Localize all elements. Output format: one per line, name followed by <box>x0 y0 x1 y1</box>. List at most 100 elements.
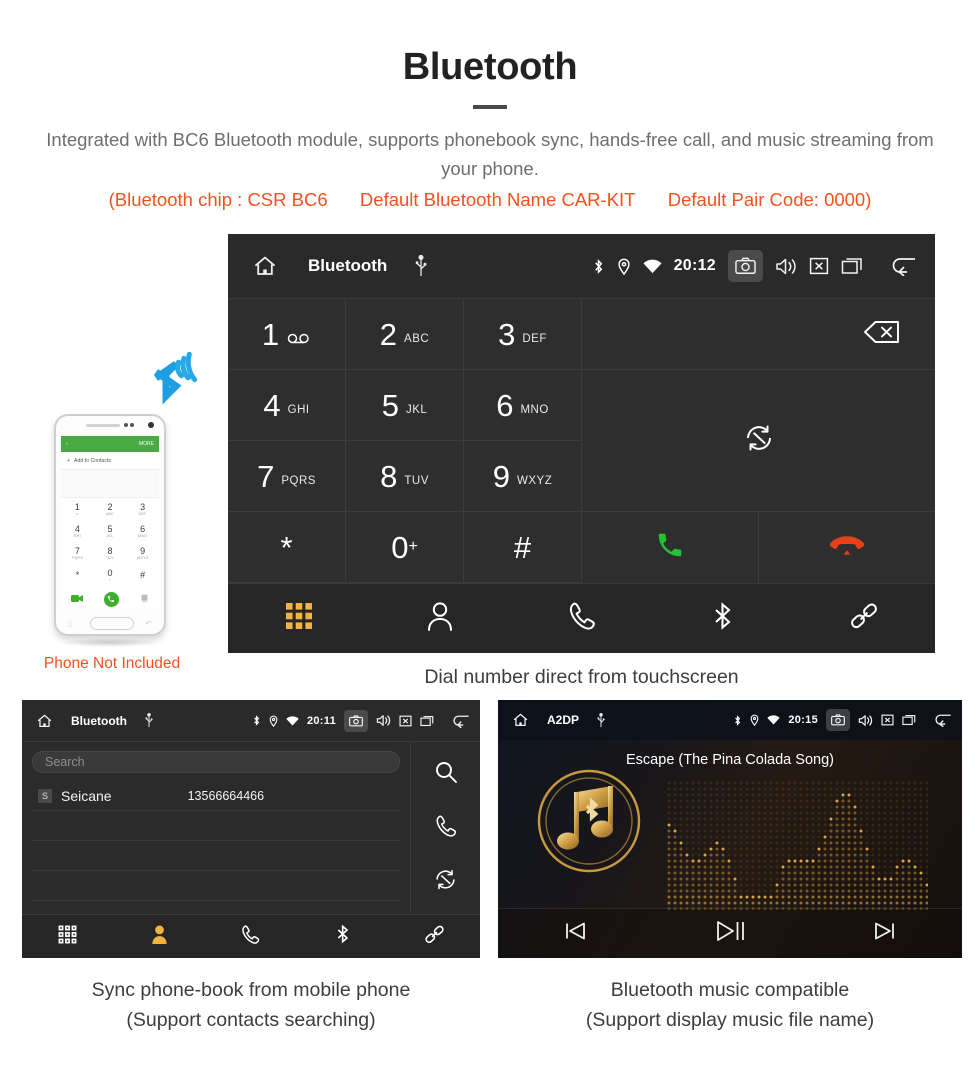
key-label: # <box>513 529 532 565</box>
recents-icon[interactable] <box>420 715 434 727</box>
contact-initial-badge: S <box>38 788 52 803</box>
back-arrow-icon: ‹ <box>66 441 68 447</box>
hangup-button[interactable] <box>759 512 935 583</box>
sync-button[interactable] <box>582 370 935 512</box>
usb-icon <box>597 712 605 728</box>
link-chain-icon <box>849 601 879 636</box>
camera-icon[interactable] <box>826 709 850 731</box>
music-status-bar: A2DP 20:15 <box>498 700 962 740</box>
volume-icon[interactable] <box>376 714 391 727</box>
phone-key: * <box>75 569 80 580</box>
backspace-button[interactable] <box>582 299 935 370</box>
nav-keypad[interactable] <box>22 925 114 949</box>
sync-icon[interactable] <box>434 868 457 896</box>
plus-icon: + <box>67 457 71 464</box>
phone-add-contact-label: Add to Contacts <box>74 457 111 464</box>
key-label: * <box>280 529 293 565</box>
wifi-icon <box>767 715 781 725</box>
camera-icon[interactable] <box>344 709 368 732</box>
phone-handset-icon[interactable] <box>435 814 457 843</box>
back-arrow-icon[interactable] <box>889 256 917 276</box>
phone-key: 7 PQRS <box>71 545 84 560</box>
search-icon[interactable] <box>434 760 458 789</box>
camera-icon[interactable] <box>728 250 763 282</box>
phonebook-caption-line2: (Support contacts searching) <box>126 1009 376 1031</box>
music-caption-line2: (Support display music file name) <box>585 1009 875 1031</box>
nav-call-log[interactable] <box>205 924 297 950</box>
dialer-status-bar: Bluetooth 20:12 <box>228 234 935 299</box>
phone-screen: ‹ MORE + Add to Contacts 1 ∞ 2 ABC 3 DEF 4G… <box>61 436 159 608</box>
close-box-icon[interactable] <box>881 714 894 726</box>
phonebook-caption: Sync phone-book from mobile phone (Suppo… <box>22 975 480 1035</box>
key-hash[interactable]: # <box>464 512 582 583</box>
key-2[interactable]: 2 ABC <box>346 299 464 370</box>
nav-contacts[interactable] <box>369 601 510 636</box>
person-icon <box>150 924 169 950</box>
key-1[interactable]: 1 <box>228 299 346 370</box>
phonebook-title: Bluetooth <box>71 713 127 728</box>
nav-bluetooth[interactable] <box>652 600 793 637</box>
back-arrow-icon[interactable] <box>933 713 952 727</box>
close-box-icon[interactable] <box>399 715 412 727</box>
bluetooth-signal-icon <box>142 351 208 415</box>
key-letters: ABC <box>404 332 430 345</box>
music-note-bluetooth-icon <box>530 769 648 884</box>
key-8[interactable]: 8 TUV <box>346 441 464 512</box>
volume-icon[interactable] <box>858 714 873 727</box>
voicemail-icon <box>287 320 311 349</box>
nav-pair[interactable] <box>388 924 480 950</box>
search-input[interactable]: Search <box>32 751 400 773</box>
phone-sensor-dot <box>124 423 128 427</box>
location-icon <box>750 714 759 726</box>
location-icon <box>269 715 278 727</box>
key-label: 3 <box>498 316 516 352</box>
play-pause-button[interactable] <box>653 919 808 948</box>
spec-pair-code: Default Pair Code: 0000) <box>667 189 872 210</box>
key-6[interactable]: 6 MNO <box>464 370 582 441</box>
key-7[interactable]: 7 PQRS <box>228 441 346 512</box>
bluetooth-icon <box>252 714 261 727</box>
contact-number: 13566664466 <box>187 788 265 803</box>
nav-contacts[interactable] <box>114 924 206 950</box>
key-plus: + <box>408 538 418 555</box>
phone-key: 3 DEF <box>138 501 147 516</box>
home-icon[interactable] <box>512 712 529 728</box>
nav-pair[interactable] <box>794 601 935 636</box>
home-icon[interactable] <box>252 254 278 278</box>
close-box-icon[interactable] <box>809 257 829 275</box>
nav-bluetooth[interactable] <box>297 923 389 950</box>
previous-button[interactable] <box>498 920 653 947</box>
key-3[interactable]: 3 DEF <box>464 299 582 370</box>
skip-previous-icon <box>563 920 587 947</box>
music-controls <box>498 908 962 958</box>
phone-back-key: ↶ <box>145 619 152 628</box>
next-button[interactable] <box>807 920 962 947</box>
recents-icon[interactable] <box>902 714 916 726</box>
contact-row[interactable]: S Seicane 13566664466 <box>32 781 400 811</box>
back-arrow-icon[interactable] <box>451 714 470 728</box>
backspace-icon <box>863 319 901 350</box>
phone-key: 6 MNO <box>138 523 148 538</box>
phonebook-side-actions <box>410 742 480 914</box>
phone-key: 5 JKL <box>106 523 114 538</box>
call-button[interactable] <box>582 512 759 583</box>
home-icon[interactable] <box>36 713 53 729</box>
phonebook-nav-bar <box>22 914 480 958</box>
phone-key: 1 ∞ <box>74 501 80 516</box>
phone-front-camera <box>148 422 154 428</box>
key-star[interactable]: * <box>228 512 346 583</box>
recents-icon[interactable] <box>841 257 863 275</box>
key-5[interactable]: 5 JKL <box>346 370 464 441</box>
phone-handset-icon <box>241 924 260 950</box>
key-4[interactable]: 4 GHI <box>228 370 346 441</box>
backspace-icon <box>140 590 149 608</box>
key-label: 2 <box>379 316 398 352</box>
spec-chip: (Bluetooth chip : CSR BC6 <box>108 189 328 210</box>
key-letters: MNO <box>520 403 549 416</box>
volume-icon[interactable] <box>775 257 797 276</box>
key-9[interactable]: 9 WXYZ <box>464 441 582 512</box>
music-title: A2DP <box>547 713 580 727</box>
key-0[interactable]: 0 + <box>346 512 464 583</box>
nav-keypad[interactable] <box>228 602 369 635</box>
nav-call-log[interactable] <box>511 601 652 636</box>
